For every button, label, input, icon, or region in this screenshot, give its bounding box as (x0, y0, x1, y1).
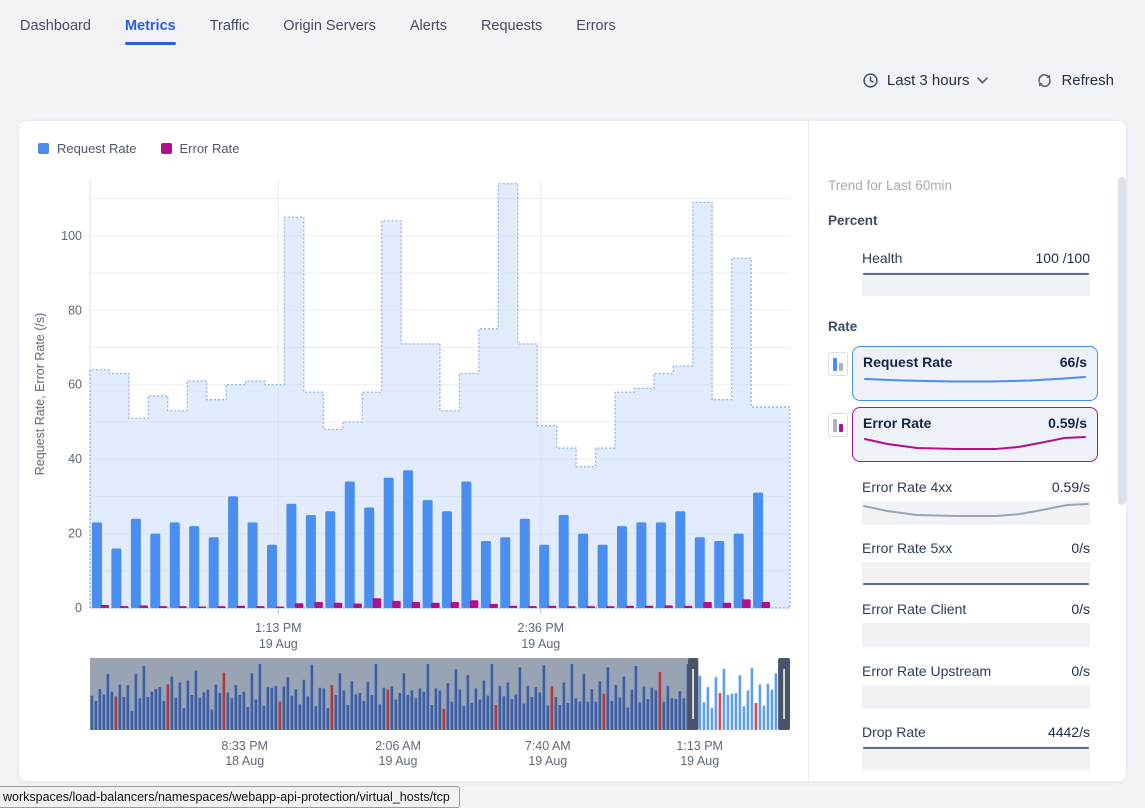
request-error-rate-chart[interactable]: 0 20 40 60 80 100 Request Rate, Error Rate (/s… (30, 170, 800, 655)
svg-text:100: 100 (61, 229, 82, 243)
status-bar-url-path: workspaces/load-balancers/namespaces/web… (0, 786, 460, 808)
error-rate-sparkline (863, 434, 1087, 458)
request-rate-swatch (38, 143, 49, 154)
error-rate-upstream-sparkline (862, 685, 1090, 709)
request-rate-sparkline (863, 373, 1087, 397)
tab-requests[interactable]: Requests (481, 18, 542, 45)
metric-label: Health (862, 250, 902, 266)
top-nav: Dashboard Metrics Traffic Origin Servers… (20, 18, 616, 45)
metric-value: 100 /100 (1036, 250, 1091, 266)
metric-card-error-rate[interactable]: Error Rate 0.59/s (852, 407, 1098, 462)
metric-row-drop-rate[interactable]: Drop Rate 4442/s (862, 724, 1090, 770)
metrics-dashboard-page: { "nav": { "tabs": [ {"label": "Dashboar… (0, 0, 1145, 808)
tab-dashboard[interactable]: Dashboard (20, 18, 91, 45)
metric-value: 0/s (1071, 601, 1090, 617)
legend-item-request-rate[interactable]: Request Rate (38, 141, 137, 156)
time-range-selector[interactable]: Last 3 hours (862, 72, 989, 89)
time-brush-minimap[interactable]: 8:33 PM18 Aug2:06 AM19 Aug7:40 AM19 Aug1… (90, 658, 790, 773)
metric-label: Error Rate (863, 415, 931, 434)
svg-text:19 Aug: 19 Aug (528, 754, 567, 768)
clock-icon (862, 72, 879, 89)
svg-text:40: 40 (68, 452, 82, 466)
health-sparkline (862, 272, 1090, 296)
legend-label: Error Rate (180, 141, 240, 156)
metric-value: 0.59/s (1048, 415, 1087, 434)
svg-text:8:33 PM: 8:33 PM (221, 739, 268, 753)
tab-origin-servers[interactable]: Origin Servers (283, 18, 376, 45)
metric-value: 0/s (1071, 663, 1090, 679)
metric-value: 4442/s (1048, 724, 1090, 740)
svg-text:19 Aug: 19 Aug (379, 754, 418, 768)
svg-text:0: 0 (75, 601, 82, 615)
svg-text:80: 80 (68, 303, 82, 317)
svg-text:20: 20 (68, 527, 82, 541)
legend-label: Request Rate (57, 141, 137, 156)
metric-label: Drop Rate (862, 724, 926, 740)
legend-item-error-rate[interactable]: Error Rate (161, 141, 240, 156)
chevron-down-icon (977, 77, 988, 85)
bar-chart-icon-error-rate (828, 413, 848, 437)
svg-text:7:40 AM: 7:40 AM (525, 739, 571, 753)
svg-text:60: 60 (68, 378, 82, 392)
svg-text:19 Aug: 19 Aug (680, 754, 719, 768)
metric-row-error-rate-upstream[interactable]: Error Rate Upstream 0/s (862, 663, 1090, 709)
metric-value: 0/s (1071, 540, 1090, 556)
metric-row-error-rate-client[interactable]: Error Rate Client 0/s (862, 601, 1090, 647)
tab-metrics[interactable]: Metrics (125, 18, 176, 45)
percent-heading: Percent (828, 213, 878, 228)
svg-text:1:13 PM: 1:13 PM (255, 621, 302, 635)
metric-row-error-rate-5xx[interactable]: Error Rate 5xx 0/s (862, 540, 1090, 586)
chart-legend: Request Rate Error Rate (38, 141, 239, 156)
refresh-label: Refresh (1061, 72, 1114, 89)
metric-label: Error Rate Upstream (862, 663, 991, 679)
rate-heading: Rate (828, 319, 857, 334)
metric-label: Error Rate 4xx (862, 479, 952, 495)
svg-text:Request Rate, Error Rate (/s): Request Rate, Error Rate (/s) (33, 313, 47, 476)
svg-text:18 Aug: 18 Aug (225, 754, 264, 768)
brush-handle-right[interactable] (778, 658, 790, 730)
metric-row-health[interactable]: Health 100 /100 (862, 250, 1090, 296)
tab-traffic[interactable]: Traffic (210, 18, 249, 45)
brush-handle-left[interactable] (688, 658, 699, 730)
metric-label: Request Rate (863, 354, 952, 373)
time-range-value: Last 3 hours (887, 72, 970, 89)
metric-label: Error Rate Client (862, 601, 966, 617)
svg-text:1:13 PM: 1:13 PM (676, 739, 723, 753)
refresh-button[interactable]: Refresh (1036, 72, 1114, 89)
error-rate-client-sparkline (862, 623, 1090, 647)
sidebar-divider (808, 121, 809, 781)
metric-card-request-rate[interactable]: Request Rate 66/s (852, 346, 1098, 401)
error-rate-4xx-sparkline (862, 501, 1090, 525)
svg-text:19 Aug: 19 Aug (259, 637, 298, 651)
metric-row-error-rate-4xx[interactable]: Error Rate 4xx 0.59/s (862, 479, 1090, 525)
svg-text:2:06 AM: 2:06 AM (375, 739, 421, 753)
svg-text:19 Aug: 19 Aug (521, 637, 560, 651)
tab-alerts[interactable]: Alerts (410, 18, 447, 45)
chart-controls: Last 3 hours Refresh (862, 72, 1114, 89)
tab-errors[interactable]: Errors (576, 18, 615, 45)
bar-chart-icon-request-rate (828, 352, 848, 376)
metric-label: Error Rate 5xx (862, 540, 952, 556)
metric-value: 0.59/s (1052, 479, 1090, 495)
refresh-icon (1036, 72, 1053, 89)
drop-rate-sparkline (862, 746, 1090, 770)
metric-value: 66/s (1060, 354, 1087, 373)
svg-text:2:36 PM: 2:36 PM (518, 621, 565, 635)
error-rate-5xx-sparkline (862, 562, 1090, 586)
error-rate-swatch (161, 143, 172, 154)
sidebar-title: Trend for Last 60min (828, 178, 952, 193)
sidebar-scrollbar[interactable] (1118, 177, 1126, 505)
